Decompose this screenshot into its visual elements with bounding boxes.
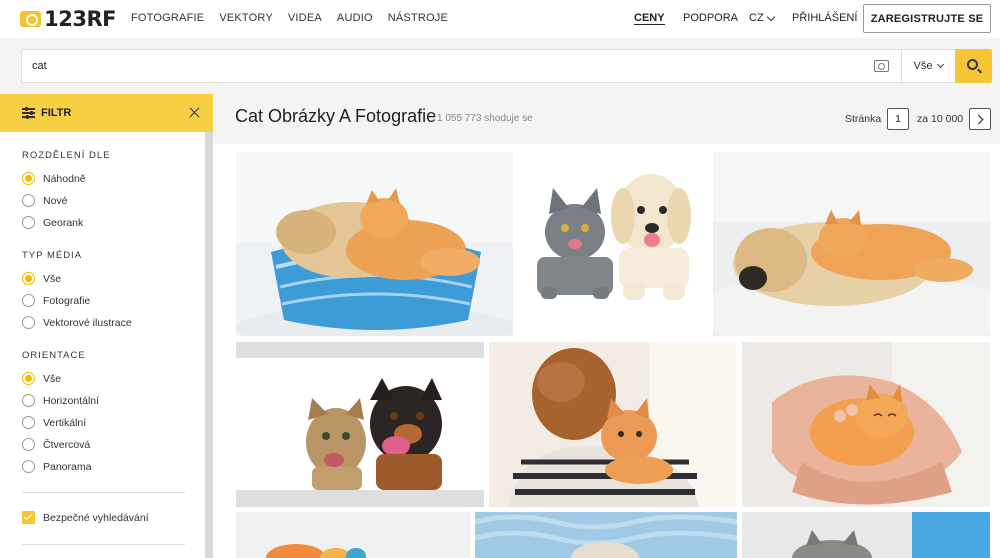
page-title: Cat Obrázky A Fotografie [235, 106, 437, 126]
radio-selected [22, 272, 35, 285]
divider [22, 492, 185, 493]
option-label: Vertikální [43, 416, 87, 429]
orientation-option-panorama[interactable]: Panorama [22, 460, 91, 473]
result-image[interactable] [523, 152, 703, 336]
search-input[interactable] [32, 56, 862, 76]
result-image[interactable] [236, 512, 470, 558]
search-icon [967, 59, 978, 70]
result-image[interactable] [489, 342, 737, 507]
filter-label: FILTR [41, 107, 72, 119]
register-button[interactable]: ZAREGISTRUJTE SE [863, 4, 991, 33]
radio [22, 316, 35, 329]
results-count: 1 055 773 shoduje se [437, 113, 533, 124]
filter-header: FILTR [0, 94, 213, 132]
media-type-select[interactable]: Vše [902, 50, 955, 82]
page-number-input[interactable]: 1 [887, 108, 909, 130]
nav-vectors[interactable]: VEKTORY [219, 12, 273, 24]
close-icon[interactable] [189, 107, 200, 118]
result-image[interactable] [713, 152, 990, 336]
page-total: za 10 000 [917, 113, 964, 125]
sort-option-georank[interactable]: Georank [22, 216, 83, 229]
option-label: Náhodně [43, 172, 86, 185]
top-navbar: 123RF FOTOGRAFIE VEKTORY VIDEA AUDIO NÁS… [0, 0, 1000, 38]
radio-selected [22, 372, 35, 385]
media-option-photos[interactable]: Fotografie [22, 294, 90, 307]
chevron-down-icon [937, 60, 945, 69]
option-label: Nové [43, 194, 68, 207]
radio [22, 216, 35, 229]
radio [22, 438, 35, 451]
radio [22, 416, 35, 429]
logo-camera-icon [20, 11, 42, 27]
safe-search-checkbox[interactable]: Bezpečné vyhledávání [22, 511, 149, 524]
option-label: Vše [43, 272, 62, 285]
radio [22, 294, 35, 307]
search-band: Vše [0, 38, 1000, 94]
radio [22, 394, 35, 407]
result-image[interactable] [742, 512, 990, 558]
nav-pricing[interactable]: CENY [634, 12, 665, 25]
option-label: Vektorové ilustrace [43, 316, 132, 329]
result-image[interactable] [236, 152, 513, 336]
radio [22, 194, 35, 207]
nav-videos[interactable]: VIDEA [288, 12, 322, 24]
option-label: Fotografie [43, 294, 91, 307]
media-title: TYP MÉDIA [22, 250, 83, 261]
nav-tools[interactable]: NÁSTROJE [388, 12, 448, 24]
option-label: Vše [43, 372, 62, 385]
results-header: Cat Obrázky A Fotografie 1 055 773 shodu… [213, 94, 1000, 144]
page-label: Stránka [845, 113, 882, 125]
nav-photos[interactable]: FOTOGRAFIE [131, 12, 204, 24]
sort-option-random[interactable]: Náhodně [22, 172, 86, 185]
checkbox-checked-icon [22, 511, 35, 524]
chevron-down-icon [766, 12, 775, 21]
radio-selected [22, 172, 35, 185]
search-button[interactable] [955, 49, 992, 83]
safe-search-label: Bezpečné vyhledávání [43, 511, 149, 524]
main-nav: FOTOGRAFIE VEKTORY VIDEA AUDIO NÁSTROJE [131, 12, 463, 24]
camera-icon[interactable] [874, 60, 889, 72]
filter-icon [22, 107, 35, 119]
orientation-title: ORIENTACE [22, 350, 86, 361]
option-label: Georank [43, 216, 84, 229]
search-box: Vše [21, 49, 992, 83]
option-label: Panorama [43, 460, 92, 473]
next-page-button[interactable] [969, 108, 991, 130]
option-label: Čtvercová [43, 438, 91, 451]
orientation-option-square[interactable]: Čtvercová [22, 438, 90, 451]
orientation-option-all[interactable]: Vše [22, 372, 61, 385]
filter-sidebar: FILTR ROZDĚLENÍ DLE Náhodně Nové Georank… [0, 94, 213, 558]
divider [22, 544, 185, 545]
sort-title: ROZDĚLENÍ DLE [22, 150, 111, 161]
radio [22, 460, 35, 473]
media-option-all[interactable]: Vše [22, 272, 61, 285]
language-selector[interactable]: CZ [749, 12, 775, 24]
sidebar-scrollbar[interactable] [205, 132, 213, 558]
result-image[interactable] [742, 342, 990, 507]
option-label: Horizontální [43, 394, 100, 407]
media-option-vectors[interactable]: Vektorové ilustrace [22, 316, 132, 329]
orientation-option-vertical[interactable]: Vertikální [22, 416, 86, 429]
logo[interactable]: 123RF [20, 7, 116, 31]
result-image[interactable] [475, 512, 737, 558]
nav-audio[interactable]: AUDIO [337, 12, 373, 24]
media-type-value: Vše [913, 60, 933, 72]
result-image[interactable] [236, 342, 484, 507]
sort-option-new[interactable]: Nové [22, 194, 68, 207]
logo-text: 123RF [44, 7, 116, 31]
login-link[interactable]: PŘIHLÁŠENÍ [792, 12, 857, 24]
language-label: CZ [749, 12, 764, 24]
nav-support[interactable]: PODPORA [683, 12, 738, 24]
orientation-option-horizontal[interactable]: Horizontální [22, 394, 99, 407]
